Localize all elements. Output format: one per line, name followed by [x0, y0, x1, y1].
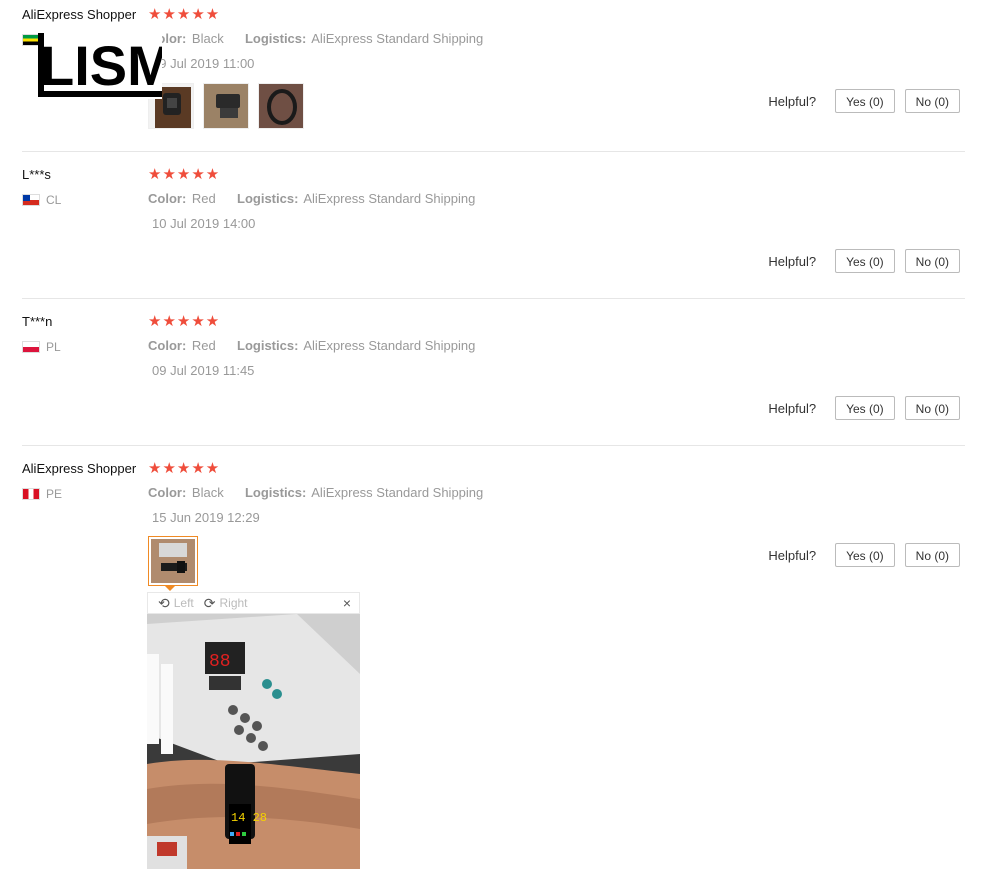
flag-pl-icon [22, 341, 40, 353]
reviewer-name: AliExpress Shopper [22, 7, 137, 22]
color-label: Color: [148, 191, 187, 206]
helpful-label: Helpful? [768, 93, 817, 109]
review-meta: Color: Red Logistics: AliExpress Standar… [148, 338, 475, 353]
review-photos [148, 83, 313, 129]
close-icon[interactable]: × [343, 595, 351, 611]
rotate-right-label: Right [219, 596, 248, 610]
helpful-no-button[interactable]: No (0) [904, 543, 960, 567]
viewer-photo: 88 14 28 [147, 614, 360, 869]
photo-viewer: ⟲ Left ⟳ Right × 88 14 28 [147, 592, 360, 869]
review-divider [22, 298, 965, 299]
review-photo-thumb-active[interactable] [148, 536, 198, 586]
logistics-value: AliExpress Standard Shipping [303, 191, 476, 206]
helpful-no-button[interactable]: No (0) [904, 89, 960, 113]
reviewer-name: AliExpress Shopper [22, 461, 137, 476]
star-icons: ★★★★★ [148, 166, 221, 183]
review-photo-thumb[interactable] [203, 83, 249, 129]
review-date: 19 Jul 2019 11:00 [152, 56, 255, 71]
country-code: PE [46, 487, 63, 501]
color-value: Red [191, 338, 216, 353]
watermark-logo: LISM [38, 33, 174, 99]
logistics-value: AliExpress Standard Shipping [311, 485, 484, 500]
country-code: PL [46, 340, 61, 354]
flag-pe-icon [22, 488, 40, 500]
rating-stars: ★★★★★ [148, 459, 220, 477]
helpful-label: Helpful? [768, 400, 817, 416]
color-value: Black [191, 31, 224, 46]
helpful-label: Helpful? [768, 253, 817, 269]
review-date: 09 Jul 2019 11:45 [152, 363, 255, 378]
rating-stars: ★★★★★ [148, 312, 220, 330]
reviewer-country: CL [22, 193, 61, 207]
rating-stars: ★★★★★ [148, 5, 220, 23]
logistics-label: Logistics: [237, 338, 299, 353]
logo-text: LISM [40, 34, 162, 97]
star-icons: ★★★★★ [148, 460, 221, 477]
logistics-value: AliExpress Standard Shipping [311, 31, 484, 46]
logistics-label: Logistics: [237, 191, 299, 206]
rotate-left-label: Left [173, 596, 194, 610]
review-divider [22, 445, 965, 446]
reviewer-name: L***s [22, 167, 51, 182]
rotate-right-icon: ⟳ [203, 594, 216, 611]
review-meta: Color: Red Logistics: AliExpress Standar… [148, 191, 475, 206]
star-icons: ★★★★★ [148, 313, 221, 330]
svg-text:88: 88 [209, 652, 231, 672]
helpful-no-button[interactable]: No (0) [904, 396, 960, 420]
rotate-left-button[interactable]: ⟲ Left [158, 595, 194, 612]
color-value: Red [191, 191, 216, 206]
review-date: 15 Jun 2019 12:29 [152, 510, 260, 525]
helpful-yes-button[interactable]: Yes (0) [835, 543, 895, 567]
color-label: Color: [148, 485, 187, 500]
rotate-right-button[interactable]: ⟳ Right [204, 595, 248, 612]
review-divider [22, 151, 965, 152]
review-meta: Color: Black Logistics: AliExpress Stand… [148, 485, 483, 500]
helpful-bar: Helpful? Yes (0) No (0) [768, 89, 960, 113]
active-thumb-pointer [165, 586, 175, 591]
rating-stars: ★★★★★ [148, 165, 220, 183]
color-label: Color: [148, 338, 187, 353]
helpful-yes-button[interactable]: Yes (0) [835, 249, 895, 273]
reviewer-country: PE [22, 487, 62, 501]
logistics-label: Logistics: [244, 485, 307, 500]
review-photo-thumb[interactable] [258, 83, 304, 129]
watch-display: 14 28 [231, 811, 267, 825]
flag-cl-icon [22, 194, 40, 206]
logistics-label: Logistics: [244, 31, 307, 46]
helpful-bar: Helpful? Yes (0) No (0) [768, 249, 960, 273]
review-photos [148, 536, 207, 586]
reviewer-name: T***n [22, 314, 53, 329]
rotate-left-icon: ⟲ [158, 594, 170, 611]
color-value: Black [191, 485, 224, 500]
helpful-bar: Helpful? Yes (0) No (0) [768, 396, 960, 420]
review-date: 10 Jul 2019 14:00 [152, 216, 256, 231]
helpful-label: Helpful? [768, 547, 817, 563]
helpful-bar: Helpful? Yes (0) No (0) [768, 543, 960, 567]
helpful-no-button[interactable]: No (0) [904, 249, 960, 273]
helpful-yes-button[interactable]: Yes (0) [835, 89, 895, 113]
logistics-value: AliExpress Standard Shipping [303, 338, 476, 353]
star-icons: ★★★★★ [148, 6, 221, 23]
helpful-yes-button[interactable]: Yes (0) [835, 396, 895, 420]
viewer-toolbar: ⟲ Left ⟳ Right × [147, 592, 360, 614]
reviewer-country: PL [22, 340, 61, 354]
review-meta: Color: Black Logistics: AliExpress Stand… [148, 31, 483, 46]
country-code: CL [46, 193, 62, 207]
